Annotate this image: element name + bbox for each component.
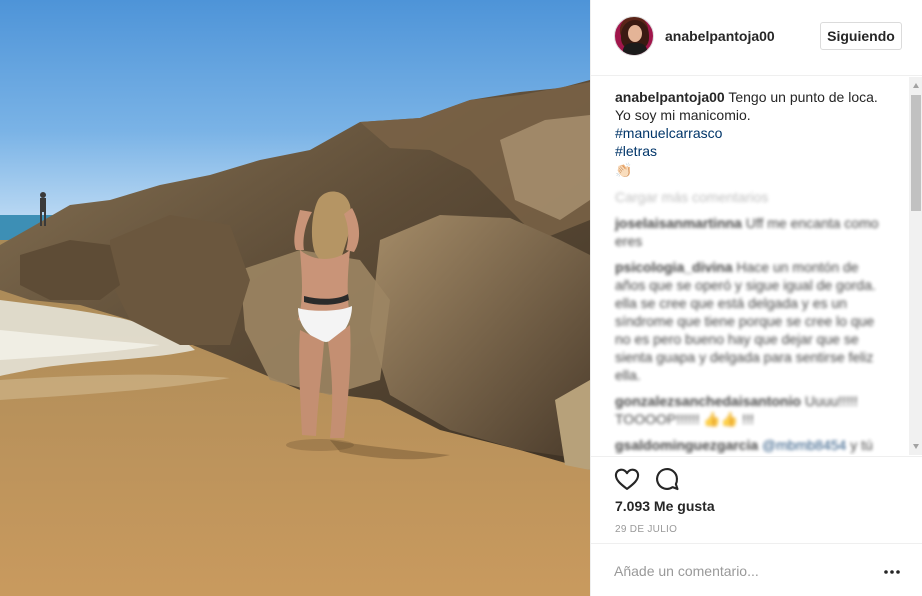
- ellipsis-icon[interactable]: [883, 564, 901, 574]
- post-photo: [0, 0, 590, 596]
- comment-username[interactable]: joselaisanmartinna: [615, 215, 742, 231]
- comment-item: joselaisanmartinna Uff me encanta como e…: [615, 214, 885, 250]
- load-more-comments-link[interactable]: Cargar más comentarios: [615, 188, 885, 206]
- comments-list[interactable]: anabelpantoja00 Tengo un punto de loca. …: [591, 77, 922, 455]
- comments-scrollbar[interactable]: [909, 77, 922, 455]
- comment-username[interactable]: gonzalezsanchedaisantonio: [615, 393, 801, 409]
- post-side-panel: anabelpantoja00 Siguiendo anabelpantoja0…: [590, 0, 922, 596]
- comment-text: Hace un montón de años que se operó y si…: [615, 259, 876, 383]
- hashtag-link[interactable]: #manuelcarrasco: [615, 124, 885, 142]
- comment-input[interactable]: [614, 560, 864, 582]
- speech-bubble-icon[interactable]: [653, 465, 681, 493]
- comment-item: psicologia_divina Hace un montón de años…: [615, 258, 885, 384]
- comment-item: gonzalezsanchedaisantonio Uuuu!!!!! TOOO…: [615, 392, 885, 428]
- comment-item: gsaldominguezgarcia @mbmb8454 y tú eres …: [615, 436, 885, 455]
- scroll-up-arrow-icon[interactable]: [913, 83, 919, 88]
- add-comment-bar: [591, 543, 922, 596]
- post-actions: [591, 456, 922, 496]
- comment-mention[interactable]: @mbmb8454: [762, 437, 846, 453]
- comment-username[interactable]: gsaldominguezgarcia: [615, 437, 758, 453]
- beach-photo-illustration: [0, 80, 590, 596]
- likes-count[interactable]: 7.093 Me gusta: [615, 498, 715, 514]
- scrollbar-thumb[interactable]: [911, 95, 921, 211]
- following-button[interactable]: Siguiendo: [820, 22, 902, 50]
- header-username[interactable]: anabelpantoja00: [665, 28, 775, 44]
- post-caption: anabelpantoja00 Tengo un punto de loca. …: [615, 88, 885, 180]
- post-date: 29 DE JULIO: [615, 524, 678, 535]
- clapping-hands-emoji: 👏🏻: [615, 162, 633, 178]
- scroll-down-arrow-icon[interactable]: [913, 444, 919, 449]
- caption-username[interactable]: anabelpantoja00: [615, 89, 725, 105]
- heart-outline-icon[interactable]: [613, 465, 641, 493]
- avatar[interactable]: [614, 16, 654, 56]
- post-header: anabelpantoja00 Siguiendo: [591, 0, 922, 76]
- comment-username[interactable]: psicologia_divina: [615, 259, 732, 275]
- hashtag-link[interactable]: #letras: [615, 142, 885, 160]
